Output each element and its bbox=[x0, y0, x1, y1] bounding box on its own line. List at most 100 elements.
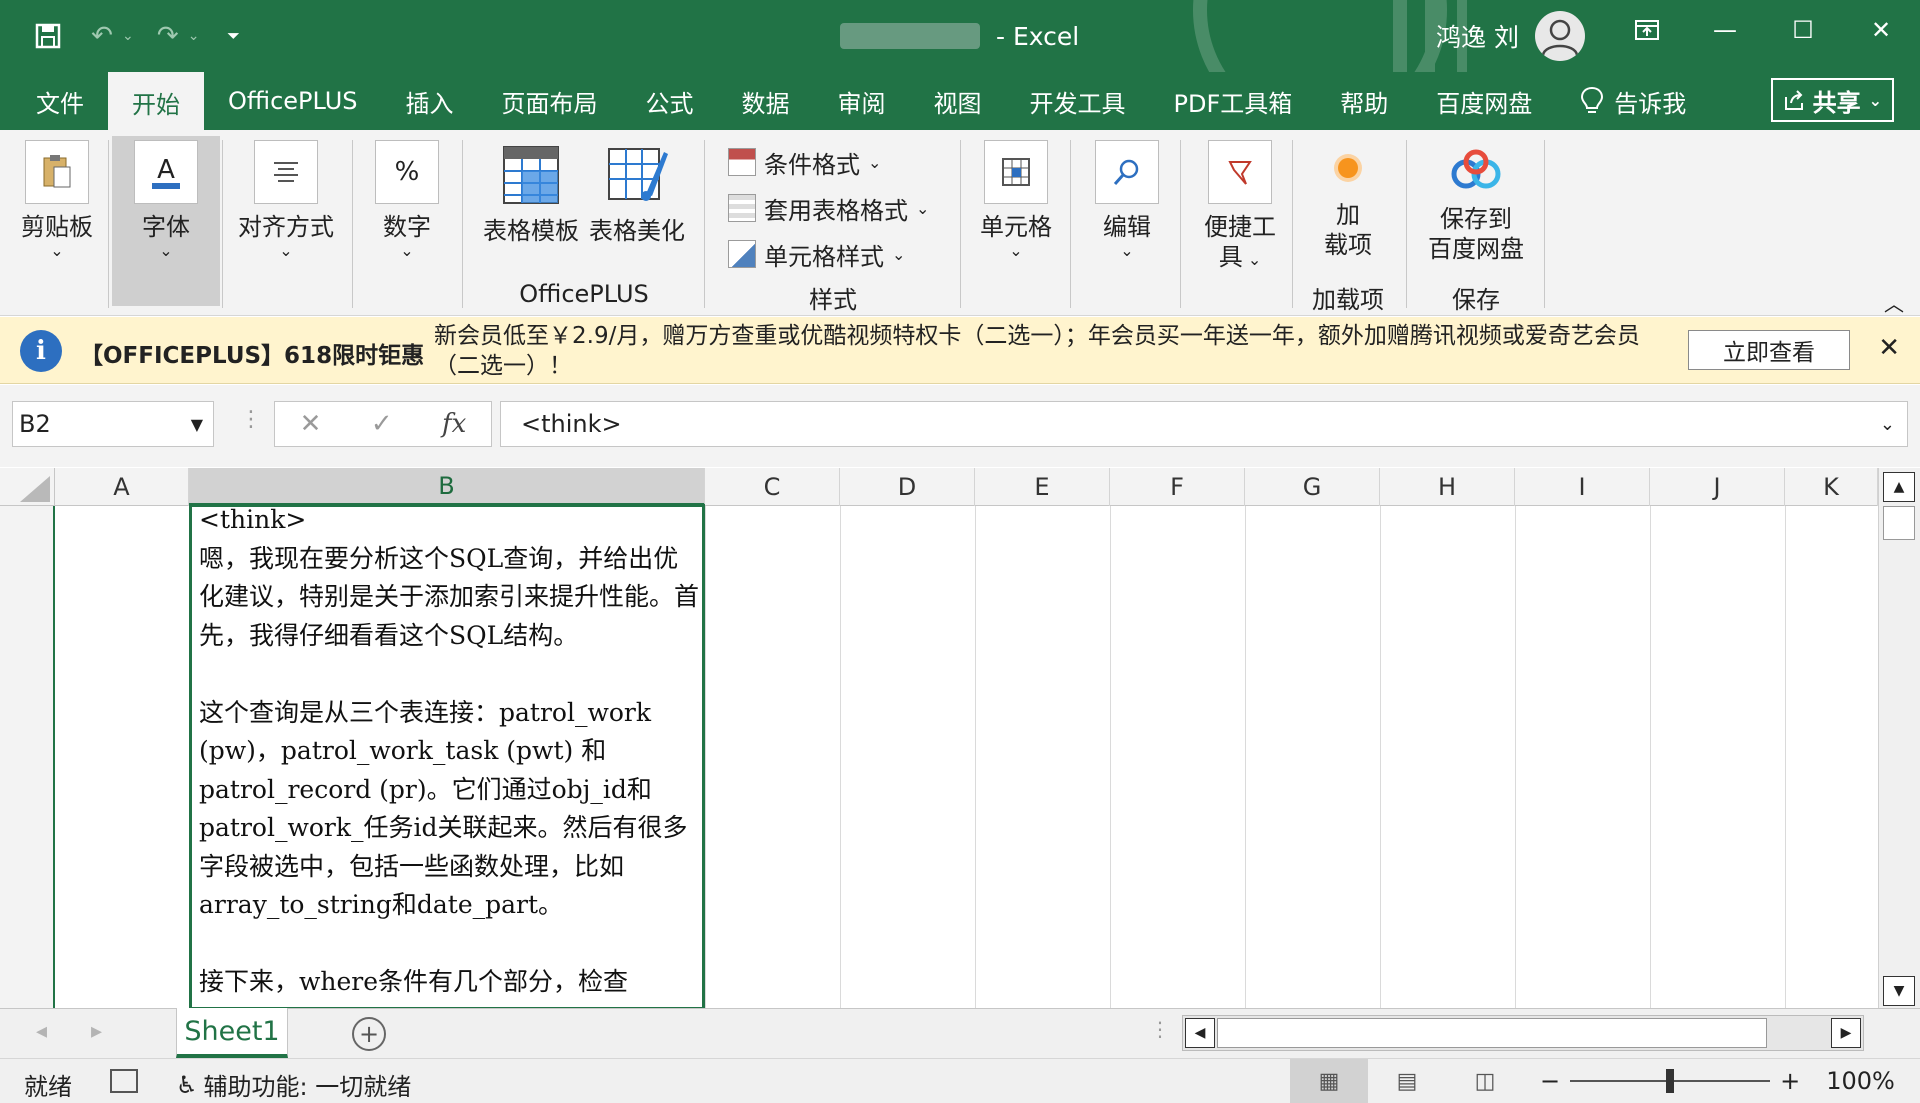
sheet-next-icon[interactable]: ▸ bbox=[91, 1019, 102, 1044]
editing-button[interactable]: 编辑 ⌄ bbox=[1082, 136, 1172, 306]
quick-tools-button[interactable]: 便捷工具 ⌄ bbox=[1190, 136, 1290, 306]
conditional-format-label: 条件格式 bbox=[764, 150, 860, 179]
tell-me-label: 告诉我 bbox=[1614, 89, 1687, 118]
column-header-i[interactable]: I bbox=[1515, 468, 1650, 506]
column-header-g[interactable]: G bbox=[1245, 468, 1380, 506]
save-icon[interactable] bbox=[28, 16, 68, 56]
collapse-ribbon-icon[interactable]: ︿ bbox=[1884, 288, 1904, 317]
conditional-format-button[interactable]: 条件格式 ⌄ bbox=[728, 142, 881, 182]
select-all-button[interactable] bbox=[0, 468, 55, 506]
expand-formula-icon[interactable]: ⌄ bbox=[1880, 414, 1895, 435]
close-icon[interactable]: ✕ bbox=[1878, 333, 1900, 363]
tab-view[interactable]: 视图 bbox=[910, 72, 1006, 130]
gridline bbox=[705, 506, 706, 1008]
column-header-a[interactable]: A bbox=[55, 468, 189, 506]
tab-home[interactable]: 开始 bbox=[108, 72, 204, 132]
addins-label: 加载项 bbox=[1324, 201, 1372, 259]
avatar[interactable] bbox=[1534, 11, 1585, 61]
undo-dropdown-icon[interactable]: ⌄ bbox=[122, 28, 134, 44]
tab-help[interactable]: 帮助 bbox=[1316, 72, 1412, 130]
blurred-filename bbox=[840, 23, 980, 49]
zoom-out-icon[interactable]: − bbox=[1540, 1067, 1560, 1095]
scroll-down-icon[interactable]: ▼ bbox=[1883, 976, 1915, 1006]
page-layout-view-icon[interactable]: ▤ bbox=[1368, 1059, 1446, 1103]
name-box[interactable]: B2 ▼ bbox=[12, 401, 214, 447]
tab-developer[interactable]: 开发工具 bbox=[1006, 72, 1150, 130]
scroll-up-icon[interactable]: ▲ bbox=[1883, 472, 1915, 502]
add-sheet-icon[interactable]: + bbox=[352, 1017, 386, 1051]
redo-icon[interactable]: ↷ bbox=[148, 16, 188, 56]
view-now-button[interactable]: 立即查看 bbox=[1688, 330, 1850, 370]
clipboard-button[interactable]: 剪贴板 ⌄ bbox=[14, 136, 100, 306]
user-account[interactable]: 鸿逸 刘 bbox=[1436, 11, 1585, 61]
cells-button[interactable]: 单元格 ⌄ bbox=[966, 136, 1066, 306]
tab-insert[interactable]: 插入 bbox=[382, 72, 478, 130]
column-header-f[interactable]: F bbox=[1110, 468, 1245, 506]
separator bbox=[108, 140, 109, 308]
customize-qat-icon[interactable]: ⏷ bbox=[213, 16, 253, 56]
column-header-c[interactable]: C bbox=[705, 468, 840, 506]
tell-me[interactable]: 告诉我 bbox=[1556, 72, 1710, 130]
zoom-slider[interactable] bbox=[1570, 1069, 1771, 1093]
column-header-h[interactable]: H bbox=[1380, 468, 1515, 506]
vertical-scrollbar[interactable]: ▲ ▼ bbox=[1878, 468, 1920, 1008]
share-button[interactable]: 共享 ⌄ bbox=[1770, 78, 1894, 122]
column-header-b[interactable]: B bbox=[189, 468, 705, 506]
font-button[interactable]: A 字体 ⌄ bbox=[112, 136, 220, 306]
scroll-left-icon[interactable]: ◀ bbox=[1185, 1018, 1215, 1048]
column-header-e[interactable]: E bbox=[975, 468, 1110, 506]
cell-styles-button[interactable]: 单元格样式 ⌄ bbox=[728, 234, 905, 274]
enter-icon[interactable]: ✓ bbox=[371, 409, 393, 439]
addins-icon bbox=[1338, 158, 1358, 178]
active-cell-b2[interactable]: <think> 嗯，我现在要分析这个SQL查询，并给出优化建议，特别是关于添加索… bbox=[189, 504, 705, 1010]
app-name: Excel bbox=[1012, 21, 1080, 51]
page-break-view-icon[interactable]: ◫ bbox=[1446, 1059, 1524, 1103]
maximize-icon[interactable]: ☐ bbox=[1764, 0, 1842, 60]
resize-handle-icon[interactable]: ⋮ bbox=[1150, 1017, 1170, 1041]
column-header-k[interactable]: K bbox=[1785, 468, 1878, 506]
resize-handle-icon[interactable]: ⋮ bbox=[240, 407, 262, 432]
close-icon[interactable]: ✕ bbox=[1842, 0, 1920, 60]
ribbon-display-options-icon[interactable] bbox=[1608, 0, 1686, 60]
accessibility-status[interactable]: ♿ 辅助功能: 一切就绪 bbox=[176, 1067, 411, 1102]
tab-pdf-tools[interactable]: PDF工具箱 bbox=[1150, 72, 1317, 130]
vertical-scroll-thumb[interactable] bbox=[1883, 506, 1915, 540]
zoom-in-icon[interactable]: + bbox=[1780, 1067, 1800, 1095]
chevron-down-icon[interactable]: ▼ bbox=[191, 415, 203, 434]
cancel-icon[interactable]: ✕ bbox=[300, 409, 322, 439]
tab-formulas[interactable]: 公式 bbox=[622, 72, 718, 130]
sheet-tab-sheet1[interactable]: Sheet1 bbox=[176, 1008, 288, 1058]
tab-baidu-netdisk[interactable]: 百度网盘 bbox=[1412, 72, 1556, 130]
macro-record-icon[interactable] bbox=[110, 1069, 138, 1093]
horizontal-scrollbar[interactable]: ◀ ▶ bbox=[1182, 1015, 1864, 1051]
normal-view-icon[interactable]: ▦ bbox=[1290, 1059, 1368, 1103]
separator bbox=[1544, 140, 1545, 308]
horizontal-scroll-thumb[interactable] bbox=[1217, 1018, 1767, 1048]
tab-review[interactable]: 审阅 bbox=[814, 72, 910, 130]
tab-data[interactable]: 数据 bbox=[718, 72, 814, 130]
alignment-button[interactable]: 对齐方式 ⌄ bbox=[230, 136, 342, 306]
zoom-percent[interactable]: 100% bbox=[1826, 1067, 1895, 1095]
minimize-icon[interactable]: — bbox=[1686, 0, 1764, 60]
scroll-right-icon[interactable]: ▶ bbox=[1831, 1018, 1861, 1048]
tab-file[interactable]: 文件 bbox=[12, 72, 108, 130]
tab-page-layout[interactable]: 页面布局 bbox=[478, 72, 622, 130]
undo-icon[interactable]: ↶ bbox=[82, 16, 122, 56]
title-decoration bbox=[1193, 0, 1467, 72]
formula-bar: B2 ▼ ⋮ ✕ ✓ fx <think> ⌄ bbox=[0, 385, 1920, 467]
column-header-j[interactable]: J bbox=[1650, 468, 1785, 506]
tab-officeplus[interactable]: OfficePLUS bbox=[204, 72, 382, 130]
insert-function-icon[interactable]: fx bbox=[442, 409, 466, 439]
formula-input[interactable]: <think> ⌄ bbox=[500, 401, 1908, 447]
column-header-d[interactable]: D bbox=[840, 468, 975, 506]
number-button[interactable]: % 数字 ⌄ bbox=[366, 136, 448, 306]
chevron-down-icon: ⌄ bbox=[868, 152, 882, 172]
gridline bbox=[975, 506, 976, 1008]
separator bbox=[704, 140, 705, 308]
separator bbox=[352, 140, 353, 308]
sheet-prev-icon[interactable]: ◂ bbox=[36, 1019, 47, 1044]
window-controls: — ☐ ✕ bbox=[1608, 0, 1920, 60]
format-as-table-button[interactable]: 套用表格格式 ⌄ bbox=[728, 188, 929, 228]
redo-dropdown-icon[interactable]: ⌄ bbox=[188, 28, 200, 44]
zoom-slider-knob[interactable] bbox=[1666, 1069, 1675, 1093]
